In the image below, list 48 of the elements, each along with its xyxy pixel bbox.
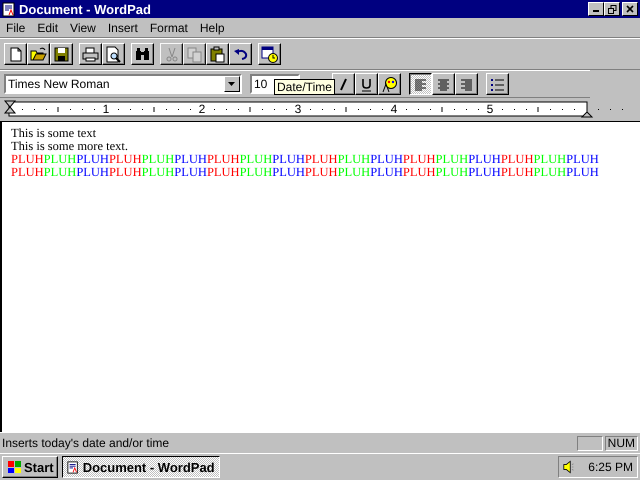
- text-line: This is some more text.: [11, 140, 129, 153]
- colored-word: PLUH: [534, 152, 566, 166]
- colored-word: PLUH: [534, 165, 566, 179]
- colored-word: PLUH: [304, 152, 338, 166]
- colored-word: PLUH: [402, 165, 436, 179]
- colored-word: PLUH: [338, 152, 370, 166]
- colored-word: PLUH: [272, 152, 305, 166]
- colored-word: PLUH: [436, 152, 468, 166]
- colored-word: PLUH: [108, 165, 142, 179]
- colored-word: PLUH: [370, 152, 403, 166]
- colored-word: PLUH: [11, 152, 44, 166]
- colored-word: PLUH: [500, 165, 534, 179]
- status-text: Inserts today's date and/or time: [2, 436, 170, 450]
- ruler-number: 5: [486, 103, 494, 115]
- colored-word: PLUH: [108, 152, 142, 166]
- colored-word: PLUH: [370, 165, 403, 179]
- ruler-number: 3: [294, 103, 302, 115]
- text-line: This is some text: [11, 127, 98, 140]
- colored-word: PLUH: [468, 152, 501, 166]
- window-title: Document - WordPad: [19, 2, 152, 16]
- colored-word: PLUH: [174, 152, 207, 166]
- colored-word: PLUH: [338, 165, 370, 179]
- colored-word: PLUH: [76, 165, 109, 179]
- colored-word: PLUH: [174, 165, 207, 179]
- colored-word: PLUH: [240, 152, 272, 166]
- ruler-number: 2: [198, 103, 206, 115]
- colored-word: PLUH: [44, 152, 76, 166]
- num-lock-indicator: NUM: [604, 436, 638, 450]
- colored-word: PLUH: [240, 165, 272, 179]
- colored-word: PLUH: [142, 165, 174, 179]
- tooltip: Date/Time: [274, 79, 335, 95]
- colored-word: PLUH: [11, 165, 44, 179]
- colored-word: PLUH: [272, 165, 305, 179]
- ruler-number: 1: [102, 103, 110, 115]
- colored-word: PLUH: [44, 165, 76, 179]
- colored-word: PLUH: [402, 152, 436, 166]
- colored-word: PLUH: [206, 165, 240, 179]
- colored-word: PLUH: [566, 152, 599, 166]
- colored-word: PLUH: [76, 152, 109, 166]
- ruler-number: 4: [390, 103, 398, 115]
- colored-word: PLUH: [436, 165, 468, 179]
- colored-word: PLUH: [468, 165, 501, 179]
- colored-word: PLUH: [142, 152, 174, 166]
- colored-word: PLUH: [304, 165, 338, 179]
- colored-word: PLUH: [566, 165, 599, 179]
- clock: 6:25 PM: [588, 460, 633, 474]
- colored-word: PLUH: [500, 152, 534, 166]
- colored-word: PLUH: [206, 152, 240, 166]
